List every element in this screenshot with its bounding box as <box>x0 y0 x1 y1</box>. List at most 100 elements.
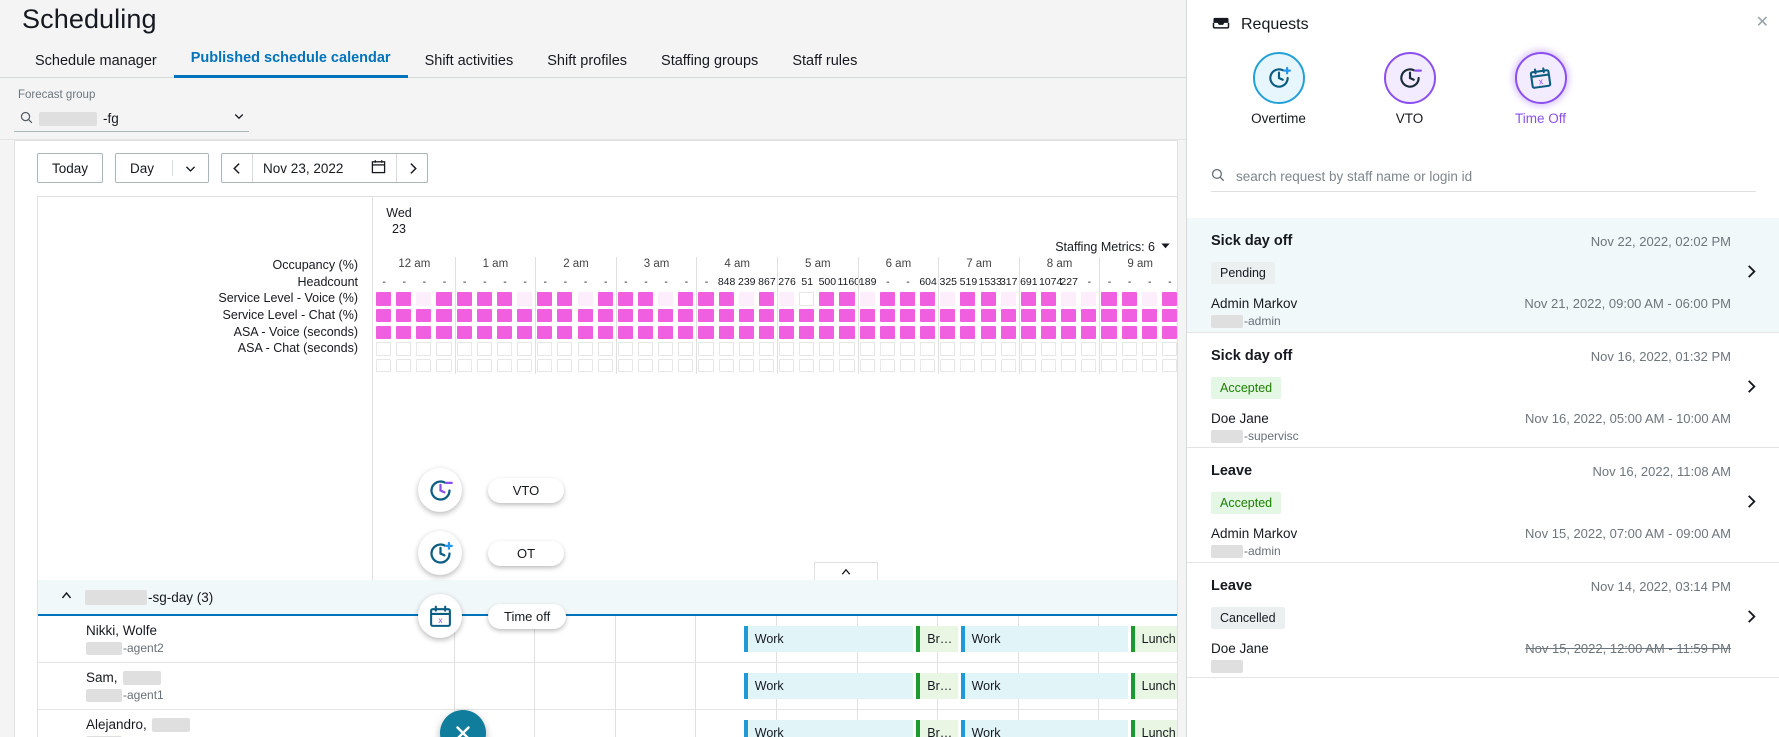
heatmap-cell[interactable] <box>1001 342 1016 356</box>
heatmap-cell[interactable] <box>658 292 673 306</box>
heatmap-cell[interactable] <box>618 359 633 373</box>
heatmap-cell[interactable] <box>940 326 955 340</box>
heatmap-cell[interactable] <box>638 292 653 306</box>
heatmap-cell[interactable] <box>1122 326 1137 340</box>
heatmap-cell[interactable] <box>1061 326 1076 340</box>
heatmap-cell[interactable] <box>477 326 492 340</box>
heatmap-cell[interactable] <box>920 292 935 306</box>
heatmap-cell[interactable] <box>1061 342 1076 356</box>
heatmap-cell[interactable] <box>698 342 713 356</box>
heatmap-cell[interactable] <box>1101 309 1116 323</box>
shift-activity-block[interactable]: Lunch <box>1131 626 1177 652</box>
shift-activity-block[interactable]: Lunch <box>1131 673 1177 699</box>
heatmap-cell[interactable] <box>1142 359 1157 373</box>
heatmap-cell[interactable] <box>900 342 915 356</box>
clock-plus-icon[interactable] <box>1253 52 1305 104</box>
heatmap-cell[interactable] <box>578 309 593 323</box>
heatmap-cell[interactable] <box>1142 292 1157 306</box>
heatmap-cell[interactable] <box>960 359 975 373</box>
heatmap-cell[interactable] <box>618 342 633 356</box>
heatmap-cell[interactable] <box>940 309 955 323</box>
heatmap-cell[interactable] <box>779 292 794 306</box>
heatmap-cell[interactable] <box>557 326 572 340</box>
heatmap-cell[interactable] <box>839 292 854 306</box>
heatmap-cell[interactable] <box>839 309 854 323</box>
shift-activity-block[interactable]: Br… <box>916 673 958 699</box>
heatmap-cell[interactable] <box>517 292 532 306</box>
request-item[interactable]: Sick day offNov 22, 2022, 02:02 PMPendin… <box>1187 218 1779 333</box>
heatmap-cell[interactable] <box>719 292 734 306</box>
shift-activity-block[interactable]: Work <box>961 720 1129 737</box>
shift-activity-block[interactable]: Lunch <box>1131 720 1177 737</box>
request-item[interactable]: LeaveNov 16, 2022, 11:08 AMAcceptedAdmin… <box>1187 448 1779 563</box>
tab-shift-activities[interactable]: Shift activities <box>408 45 531 78</box>
heatmap-cell[interactable] <box>960 309 975 323</box>
heatmap-cell[interactable] <box>396 359 411 373</box>
heatmap-cell[interactable] <box>920 309 935 323</box>
heatmap-cell[interactable] <box>537 292 552 306</box>
heatmap-cell[interactable] <box>537 342 552 356</box>
chevron-right-icon[interactable] <box>1744 609 1759 629</box>
heatmap-cell[interactable] <box>457 326 472 340</box>
heatmap-cell[interactable] <box>1101 359 1116 373</box>
heatmap-cell[interactable] <box>678 292 693 306</box>
heatmap-cell[interactable] <box>819 292 834 306</box>
heatmap-cell[interactable] <box>1061 292 1076 306</box>
staffing-group-row[interactable]: -sg-day (3) <box>38 580 1177 616</box>
shift-activity-block[interactable]: Br… <box>916 720 958 737</box>
heatmap-cell[interactable] <box>981 326 996 340</box>
heatmap-cell[interactable] <box>396 292 411 306</box>
close-icon[interactable]: ✕ <box>1756 12 1769 32</box>
heatmap-cell[interactable] <box>819 309 834 323</box>
heatmap-cell[interactable] <box>678 342 693 356</box>
heatmap-cell[interactable] <box>598 309 613 323</box>
heatmap-cell[interactable] <box>819 326 834 340</box>
heatmap-cell[interactable] <box>920 359 935 373</box>
heatmap-cell[interactable] <box>1021 342 1036 356</box>
heatmap-cell[interactable] <box>436 359 451 373</box>
heatmap-cell[interactable] <box>880 342 895 356</box>
heatmap-cell[interactable] <box>658 359 673 373</box>
chevron-right-icon[interactable] <box>1744 379 1759 399</box>
heatmap-cell[interactable] <box>940 292 955 306</box>
heatmap-cell[interactable] <box>457 309 472 323</box>
heatmap-cell[interactable] <box>960 326 975 340</box>
heatmap-cell[interactable] <box>1142 309 1157 323</box>
chevron-down-icon[interactable] <box>173 154 208 182</box>
heatmap-cell[interactable] <box>457 342 472 356</box>
heatmap-cell[interactable] <box>719 359 734 373</box>
heatmap-cell[interactable] <box>578 359 593 373</box>
tab-published-schedule-calendar[interactable]: Published schedule calendar <box>174 42 408 78</box>
next-day-button[interactable] <box>397 154 427 182</box>
heatmap-cell[interactable] <box>960 292 975 306</box>
heatmap-cell[interactable] <box>839 326 854 340</box>
search-input[interactable] <box>1234 168 1734 185</box>
heatmap-cell[interactable] <box>799 326 814 340</box>
heatmap-cell[interactable] <box>880 359 895 373</box>
heatmap-cell[interactable] <box>981 309 996 323</box>
heatmap-cell[interactable] <box>819 342 834 356</box>
heatmap-cell[interactable] <box>880 326 895 340</box>
heatmap-cell[interactable] <box>1021 309 1036 323</box>
heatmap-cell[interactable] <box>598 326 613 340</box>
heatmap-cell[interactable] <box>940 359 955 373</box>
agent-schedule-lane[interactable]: WorkBr…WorkLunch <box>373 663 1177 709</box>
fab-vto-label[interactable]: VTO <box>488 478 564 503</box>
heatmap-cell[interactable] <box>1001 359 1016 373</box>
request-item[interactable]: LeaveNov 14, 2022, 03:14 PMCancelledDoe … <box>1187 563 1779 678</box>
heatmap-cell[interactable] <box>678 309 693 323</box>
heatmap-cell[interactable] <box>960 342 975 356</box>
heatmap-cell[interactable] <box>779 326 794 340</box>
heatmap-cell[interactable] <box>940 342 955 356</box>
heatmap-cell[interactable] <box>698 326 713 340</box>
heatmap-cell[interactable] <box>1061 359 1076 373</box>
today-button[interactable]: Today <box>37 153 103 183</box>
heatmap-cell[interactable] <box>1101 292 1116 306</box>
heatmap-cell[interactable] <box>719 342 734 356</box>
clock-minus-icon[interactable] <box>1384 52 1436 104</box>
heatmap-cell[interactable] <box>598 292 613 306</box>
heatmap-cell[interactable] <box>376 309 391 323</box>
request-item[interactable]: Sick day offNov 16, 2022, 01:32 PMAccept… <box>1187 333 1779 448</box>
shift-activity-block[interactable]: Br… <box>916 626 958 652</box>
heatmap-cell[interactable] <box>598 359 613 373</box>
